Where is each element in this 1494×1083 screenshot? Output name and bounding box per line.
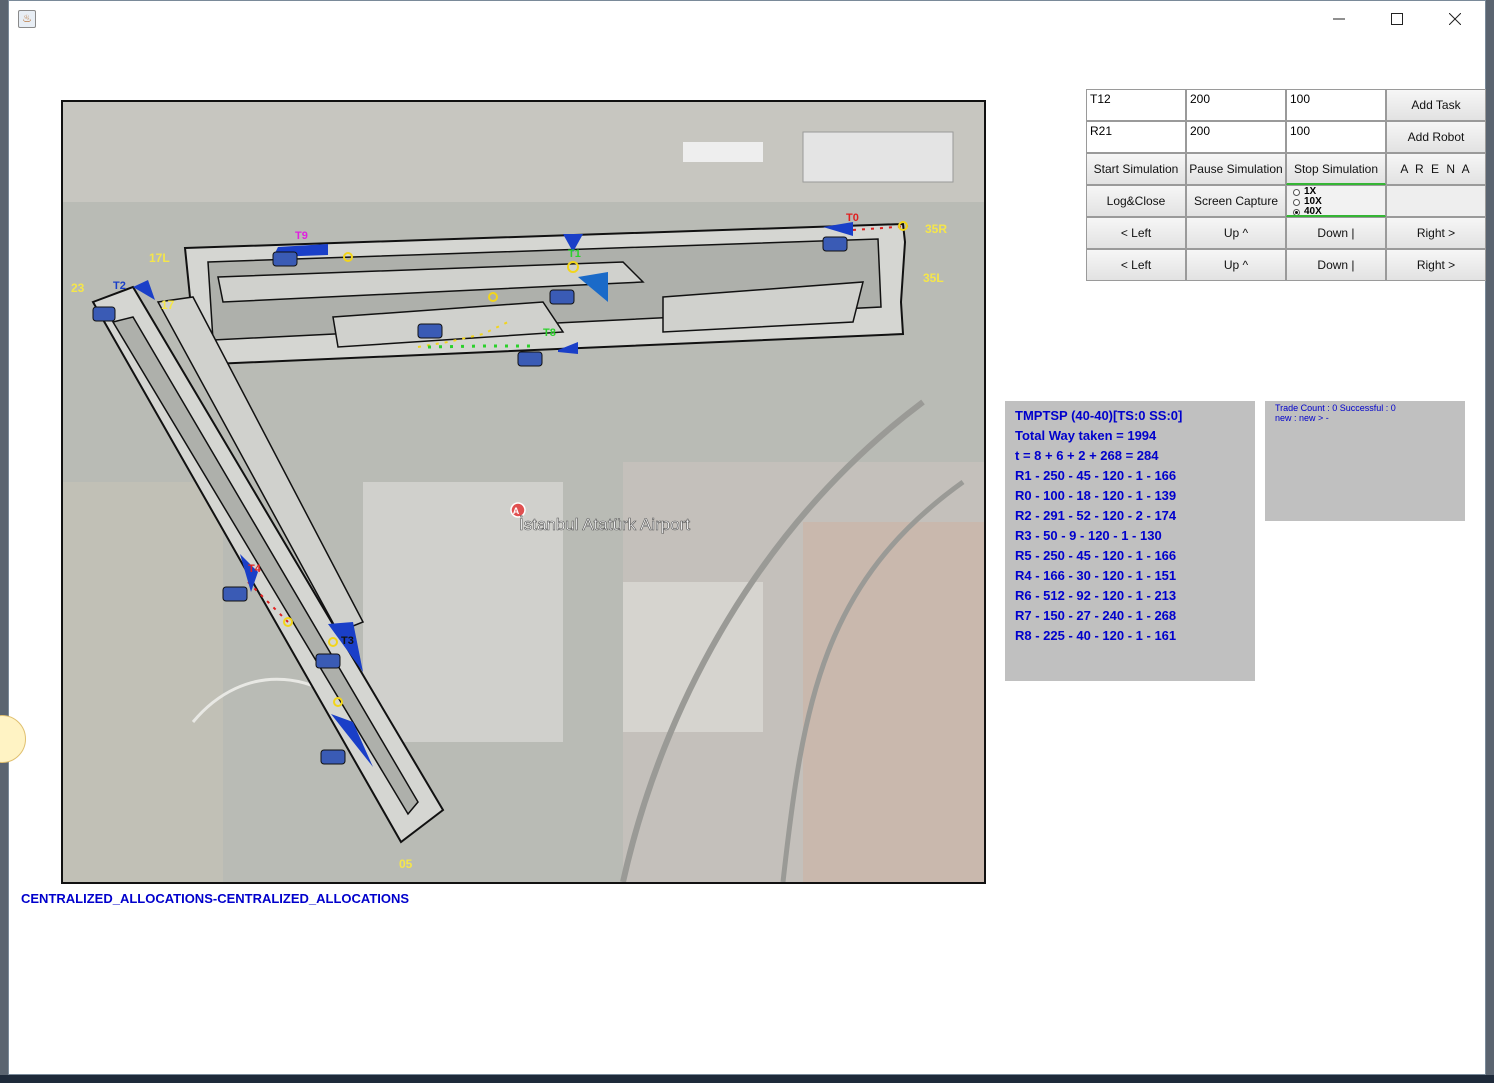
arena-button[interactable]: A R E N A: [1386, 153, 1486, 185]
nav2-down-button[interactable]: Down |: [1286, 249, 1386, 281]
task-name-field[interactable]: T12: [1086, 89, 1186, 121]
robot-y-field[interactable]: 100: [1286, 121, 1386, 153]
svg-text:İstanbul Atatürk Airport: İstanbul Atatürk Airport: [519, 515, 690, 534]
minimize-icon: [1333, 18, 1345, 20]
nav1-left-button[interactable]: < Left: [1086, 217, 1186, 249]
speed-radio-group: 1X 10X 40X: [1286, 185, 1386, 217]
pause-simulation-button[interactable]: Pause Simulation: [1186, 153, 1286, 185]
nav1-right-button[interactable]: Right >: [1386, 217, 1486, 249]
task-x-field[interactable]: 200: [1186, 89, 1286, 121]
speed-option-40x[interactable]: 40X: [1293, 207, 1322, 215]
close-button[interactable]: [1426, 1, 1484, 37]
app-window: ♨ T9 T2 T8 T1 T0 T4 T3 A İstanbul Atatür…: [8, 0, 1486, 1075]
robot-stat-row: R3 - 50 - 9 - 120 - 1 - 130: [1015, 528, 1162, 543]
stats-title: TMPTSP (40-40)[TS:0 SS:0]: [1015, 408, 1183, 423]
trade-status-text: new : new > -: [1275, 413, 1329, 423]
svg-text:17: 17: [161, 298, 175, 312]
robot-stat-row: R5 - 250 - 45 - 120 - 1 - 166: [1015, 548, 1177, 563]
svg-text:T1: T1: [568, 248, 581, 260]
taskbar: [0, 1075, 1494, 1083]
nav2-up-button[interactable]: Up ^: [1186, 249, 1286, 281]
add-task-button[interactable]: Add Task: [1386, 89, 1486, 121]
maximize-icon: [1391, 13, 1403, 25]
svg-text:17L: 17L: [149, 251, 170, 265]
minimize-button[interactable]: [1310, 1, 1368, 37]
nav2-left-button[interactable]: < Left: [1086, 249, 1186, 281]
nav1-up-button[interactable]: Up ^: [1186, 217, 1286, 249]
robot-stat-row: R6 - 512 - 92 - 120 - 1 - 213: [1015, 588, 1177, 603]
java-cup-icon[interactable]: ♨: [18, 10, 36, 28]
empty-panel-cell: [1386, 185, 1486, 217]
svg-text:05: 05: [399, 857, 413, 871]
svg-text:T3: T3: [341, 635, 354, 647]
nav2-right-button[interactable]: Right >: [1386, 249, 1486, 281]
close-icon: [1449, 13, 1461, 25]
title-bar: ♨: [9, 1, 1485, 37]
robot-stat-row: R7 - 150 - 27 - 240 - 1 - 268: [1015, 608, 1177, 623]
nav1-down-button[interactable]: Down |: [1286, 217, 1386, 249]
svg-text:35L: 35L: [923, 271, 944, 285]
svg-text:T8: T8: [543, 327, 556, 339]
robot-stat-row: R0 - 100 - 18 - 120 - 1 - 139: [1015, 488, 1177, 503]
robot-stat-row: R8 - 225 - 40 - 120 - 1 - 161: [1015, 628, 1177, 643]
allocation-mode-label: CENTRALIZED_ALLOCATIONS-CENTRALIZED_ALLO…: [21, 891, 410, 906]
screen-capture-button[interactable]: Screen Capture: [1186, 185, 1286, 217]
robot-stat-row: R4 - 166 - 30 - 120 - 1 - 151: [1015, 568, 1177, 583]
start-simulation-button[interactable]: Start Simulation: [1086, 153, 1186, 185]
stop-simulation-button[interactable]: Stop Simulation: [1286, 153, 1386, 185]
stats-panel: TMPTSP (40-40)[TS:0 SS:0] Total Way take…: [1005, 401, 1255, 681]
log-close-button[interactable]: Log&Close: [1086, 185, 1186, 217]
svg-text:35R: 35R: [925, 222, 947, 236]
trade-panel: Trade Count : 0 Successful : 0 new : new…: [1265, 401, 1465, 521]
robot-stat-row: R2 - 291 - 52 - 120 - 2 - 174: [1015, 508, 1177, 523]
svg-text:23: 23: [71, 281, 85, 295]
control-panel: T12 200 100 Add Task R21 200 100 Add Rob…: [1086, 89, 1486, 281]
arena-map[interactable]: T9 T2 T8 T1 T0 T4 T3 A İstanbul Atatürk …: [61, 100, 986, 884]
robot-name-field[interactable]: R21: [1086, 121, 1186, 153]
task-y-field[interactable]: 100: [1286, 89, 1386, 121]
airport-satellite-map: T9 T2 T8 T1 T0 T4 T3 A İstanbul Atatürk …: [63, 102, 984, 882]
svg-text:T9: T9: [295, 230, 308, 242]
svg-text:T4: T4: [248, 563, 262, 575]
robot-stat-row: R1 - 250 - 45 - 120 - 1 - 166: [1015, 468, 1177, 483]
time-formula: t = 8 + 6 + 2 + 268 = 284: [1015, 448, 1159, 463]
maximize-button[interactable]: [1368, 1, 1426, 37]
robot-x-field[interactable]: 200: [1186, 121, 1286, 153]
svg-text:T2: T2: [113, 280, 126, 292]
svg-text:T0: T0: [846, 212, 859, 224]
add-robot-button[interactable]: Add Robot: [1386, 121, 1486, 153]
total-way-taken: Total Way taken = 1994: [1015, 428, 1157, 443]
trade-count-text: Trade Count : 0 Successful : 0: [1275, 403, 1396, 413]
